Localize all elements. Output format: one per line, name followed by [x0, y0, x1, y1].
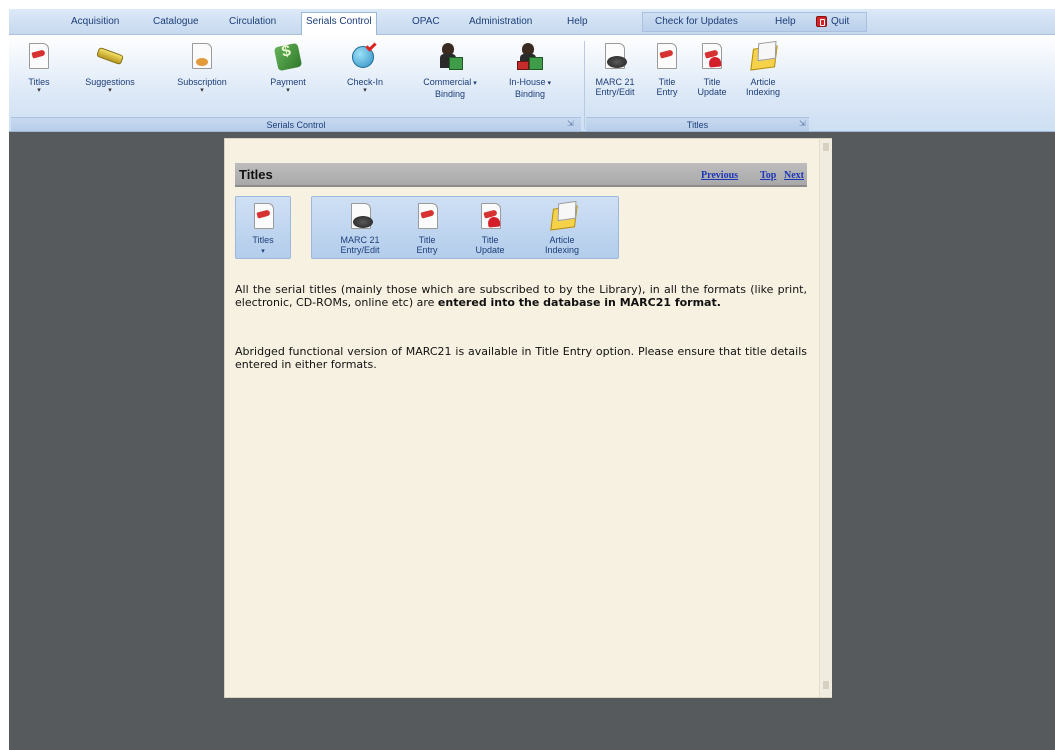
scroll-up-arrow[interactable] — [823, 143, 829, 151]
help-button[interactable]: Help — [771, 13, 800, 31]
mini-title-update-button[interactable]: Title Update — [465, 201, 515, 255]
title-entry-icon — [412, 201, 442, 231]
mini-titles-label: Titles — [252, 235, 274, 245]
dropdown-arrow-icon: ▾ — [286, 87, 290, 94]
dialog-launcher-icon[interactable]: ⇲ — [567, 119, 574, 128]
check-in-button[interactable]: Check-In ▾ — [337, 39, 393, 117]
article-indexing-label-1: Article — [750, 77, 776, 87]
suggestions-icon — [94, 41, 126, 73]
commercial-binding-button[interactable]: Commercial ▾ Binding — [415, 39, 485, 117]
in-house-binding-label-2: Binding — [514, 89, 546, 99]
marc21-label-1: MARC 21 — [595, 77, 635, 87]
title-entry-icon — [651, 41, 683, 73]
ribbon: Titles ▾ Suggestions ▾ Subscription ▾ Pa… — [9, 35, 1055, 132]
title-update-button[interactable]: Title Update — [692, 39, 732, 117]
menu-opac[interactable]: OPAC — [408, 13, 444, 31]
quit-icon[interactable] — [816, 16, 827, 27]
paragraph-emphasis: entered into the database in MARC21 form… — [437, 296, 721, 309]
article-indexing-icon — [747, 40, 779, 73]
in-house-binding-icon — [514, 41, 546, 73]
marc21-entry-edit-button[interactable]: MARC 21 Entry/Edit — [589, 39, 641, 117]
in-house-binding-label-1: In-House — [509, 77, 546, 87]
titles-label: Titles — [28, 77, 50, 87]
check-for-updates-button[interactable]: Check for Updates — [651, 13, 742, 31]
payment-button[interactable]: Payment ▾ — [261, 39, 315, 117]
marc21-icon — [345, 201, 375, 231]
dropdown-arrow-icon: ▾ — [363, 87, 367, 94]
serials-control-group-label: Serials Control — [11, 117, 581, 131]
menu-catalogue[interactable]: Catalogue — [149, 13, 203, 31]
subscription-icon — [186, 41, 218, 73]
mini-marc21-button[interactable]: MARC 21 Entry/Edit — [325, 201, 395, 255]
mini-update-label-1: Title — [481, 235, 499, 245]
titles-group-label: Titles — [586, 117, 809, 131]
quit-button[interactable]: Quit — [827, 13, 853, 31]
title-update-label-1: Title — [703, 77, 721, 87]
dialog-launcher-icon[interactable]: ⇲ — [799, 119, 806, 128]
dropdown-arrow-icon: ▾ — [200, 87, 204, 94]
marc21-label-2: Entry/Edit — [595, 87, 635, 97]
note-paragraph: Abridged functional version of MARC21 is… — [235, 345, 807, 371]
group-divider — [584, 41, 585, 129]
commercial-binding-icon — [434, 41, 466, 73]
title-entry-button[interactable]: Title Entry — [649, 39, 685, 117]
marc21-icon — [599, 41, 631, 73]
mini-entry-label-2: Entry — [416, 245, 438, 255]
dropdown-arrow-icon: ▾ — [37, 87, 41, 94]
article-indexing-button[interactable]: Article Indexing — [739, 39, 787, 117]
title-update-label-2: Update — [697, 87, 727, 97]
previous-link[interactable]: Previous — [701, 170, 738, 181]
next-link[interactable]: Next — [784, 170, 804, 181]
payment-icon — [272, 41, 304, 73]
top-link[interactable]: Top — [760, 170, 776, 181]
menu-acquisition[interactable]: Acquisition — [67, 13, 123, 31]
mini-titles-button[interactable]: Titles ▾ — [233, 201, 293, 257]
mini-marc-label-2: Entry/Edit — [340, 245, 380, 255]
mini-update-label-2: Update — [475, 245, 505, 255]
titles-button[interactable]: Titles ▾ — [17, 39, 61, 117]
titles-icon — [23, 41, 55, 73]
title-update-icon — [475, 201, 505, 231]
menu-bar: Acquisition Catalogue Circulation Serial… — [9, 9, 1055, 35]
mini-entry-label-1: Title — [418, 235, 436, 245]
payment-label: Payment — [270, 77, 306, 87]
mini-article-indexing-button[interactable]: Article Indexing — [527, 200, 597, 255]
check-in-label: Check-In — [346, 77, 383, 87]
titles-icon — [248, 201, 278, 231]
menu-administration[interactable]: Administration — [465, 13, 536, 31]
mini-marc-label-1: MARC 21 — [340, 235, 380, 245]
title-entry-label-1: Title — [658, 77, 676, 87]
title-update-icon — [696, 41, 728, 73]
article-indexing-icon — [547, 200, 578, 231]
help-content-panel: Titles Previous Top Next Titles ▾ MARC 21… — [224, 138, 832, 698]
mini-index-label-2: Indexing — [544, 245, 580, 255]
menu-help[interactable]: Help — [563, 13, 592, 31]
panel-title-bar: Titles Previous Top Next — [235, 163, 807, 187]
commercial-binding-label-2: Binding — [434, 89, 466, 99]
title-entry-label-2: Entry — [656, 87, 678, 97]
article-indexing-label-2: Indexing — [745, 87, 781, 97]
mini-title-entry-button[interactable]: Title Entry — [405, 201, 449, 255]
in-house-binding-button[interactable]: In-House ▾ Binding — [497, 39, 563, 117]
dropdown-arrow-icon: ▾ — [108, 87, 112, 94]
check-in-icon — [349, 40, 381, 73]
menu-circulation[interactable]: Circulation — [225, 13, 280, 31]
suggestions-label: Suggestions — [85, 77, 135, 87]
subscription-label: Subscription — [177, 77, 227, 87]
menu-serials-control[interactable]: Serials Control — [301, 12, 377, 35]
subscription-button[interactable]: Subscription ▾ — [169, 39, 235, 117]
panel-scrollbar[interactable] — [819, 139, 832, 697]
mini-index-label-1: Article — [549, 235, 575, 245]
suggestions-button[interactable]: Suggestions ▾ — [73, 39, 147, 117]
page-title: Titles — [239, 167, 273, 182]
commercial-binding-label-1: Commercial — [423, 77, 472, 87]
description-paragraph: All the serial titles (mainly those whic… — [235, 283, 807, 309]
scroll-down-arrow[interactable] — [823, 681, 829, 689]
